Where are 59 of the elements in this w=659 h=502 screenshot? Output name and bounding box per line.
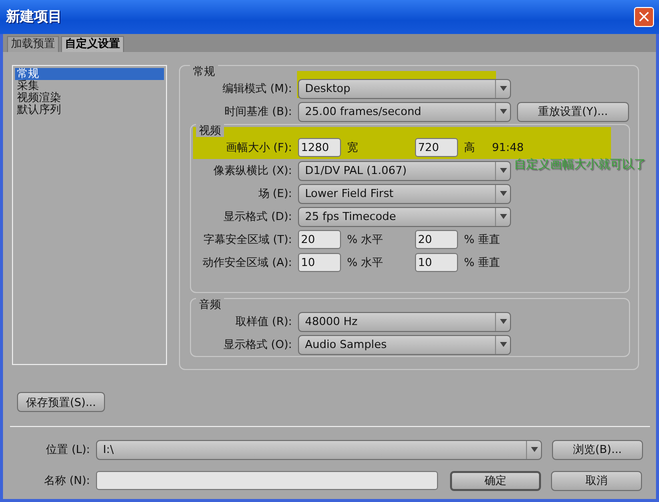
- list-item[interactable]: 常规: [15, 68, 164, 80]
- unit-label: % 垂直: [464, 255, 500, 270]
- dropdown-arrow-icon: [500, 86, 506, 91]
- dropdown-arrow-icon: [530, 447, 538, 452]
- ok-button[interactable]: 确定: [450, 470, 541, 490]
- input-field[interactable]: 20: [298, 230, 341, 249]
- close-button[interactable]: ×: [634, 7, 654, 27]
- browse-button[interactable]: 浏览(B)...: [552, 440, 643, 460]
- dropdown-arrow-icon: [500, 109, 506, 114]
- dropdown-arrow-icon: [500, 342, 506, 347]
- field-label: 场 (E):: [257, 186, 292, 201]
- field-label: 字幕安全区域 (T):: [202, 232, 292, 247]
- name-input[interactable]: [96, 471, 438, 490]
- input-field[interactable]: 1280: [298, 138, 341, 157]
- list-item[interactable]: 视频渲染: [15, 92, 164, 104]
- input-field[interactable]: 10: [298, 253, 341, 272]
- tab[interactable]: 自定义设置: [61, 36, 124, 52]
- reset-button[interactable]: 重放设置(Y)...: [517, 102, 629, 122]
- field-label: 显示格式 (D):: [222, 209, 292, 224]
- field-label: 名称 (N):: [42, 473, 90, 488]
- field-label: 取样值 (R):: [234, 314, 292, 329]
- save-preset-button[interactable]: 保存预置(S)...: [17, 392, 106, 412]
- dropdown[interactable]: 48000 Hz: [298, 312, 511, 332]
- dropdown[interactable]: Lower Field First: [298, 184, 511, 204]
- group-title: 音频: [196, 298, 224, 311]
- tab[interactable]: 加载预置: [7, 36, 59, 52]
- input-field[interactable]: 20: [415, 230, 458, 249]
- dropdown-arrow-icon: [500, 191, 506, 196]
- unit-label: % 垂直: [464, 232, 500, 247]
- field-label: 时间基准 (B):: [224, 104, 292, 119]
- dropdown[interactable]: 25 fps Timecode: [298, 206, 511, 226]
- unit-label: % 水平: [347, 255, 384, 270]
- aspect-ratio-text: 91:48: [492, 141, 524, 154]
- dropdown-arrow-icon: [500, 168, 506, 173]
- list-item[interactable]: 默认序列: [15, 104, 164, 116]
- location-dropdown[interactable]: I:\: [96, 440, 542, 460]
- dropdown[interactable]: 25.00 frames/second: [298, 102, 511, 122]
- unit-label: % 水平: [347, 232, 384, 247]
- unit-label: 宽: [347, 140, 359, 155]
- field-label: 显示格式 (O):: [222, 337, 292, 352]
- group-title: 常规: [190, 65, 218, 78]
- window-title: 新建项目: [6, 8, 62, 26]
- dropdown[interactable]: D1/DV PAL (1.067): [298, 160, 511, 180]
- annotation-text: 自定义画幅大小就可以了: [514, 157, 646, 171]
- group-title: 视频: [196, 124, 224, 137]
- input-field[interactable]: 10: [415, 253, 458, 272]
- cancel-button[interactable]: 取消: [551, 470, 642, 490]
- field-label: 编辑模式 (M):: [222, 81, 292, 96]
- field-label: 动作安全区域 (A):: [202, 255, 292, 270]
- field-label: 画幅大小 (F):: [224, 140, 292, 155]
- input-field[interactable]: 720: [415, 138, 458, 157]
- field-label: 像素纵横比 (X):: [212, 163, 292, 178]
- unit-label: 高: [464, 140, 476, 155]
- dropdown[interactable]: Audio Samples: [298, 334, 511, 354]
- dropdown[interactable]: Desktop: [298, 78, 511, 98]
- dropdown-arrow-icon: [500, 319, 506, 324]
- field-label: 位置 (L):: [45, 442, 90, 457]
- dropdown-arrow-icon: [500, 214, 506, 219]
- list-item[interactable]: 采集: [15, 80, 164, 92]
